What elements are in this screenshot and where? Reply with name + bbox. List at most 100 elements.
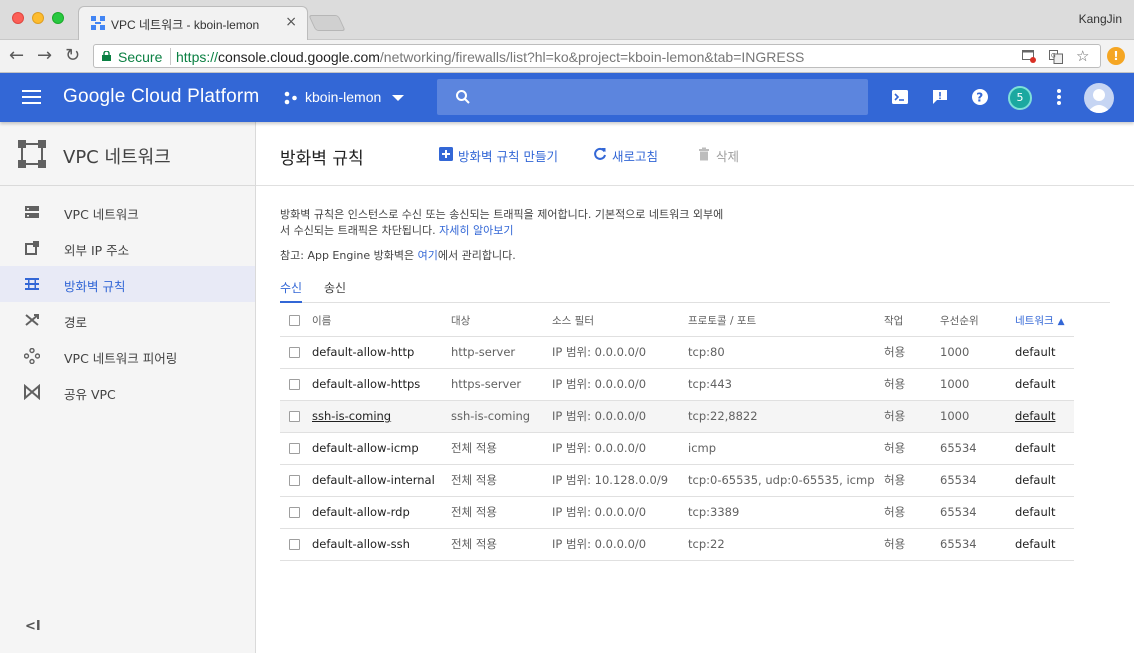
rule-protocol-port: icmp	[688, 432, 884, 465]
row-checkbox[interactable]	[289, 475, 300, 486]
menu-icon[interactable]	[22, 90, 41, 104]
profile-name[interactable]: KangJin	[1079, 12, 1122, 26]
create-button-label: 방화벽 규칙 만들기	[458, 149, 558, 164]
row-select-cell	[280, 528, 312, 561]
rule-name[interactable]: default-allow-internal	[312, 464, 451, 497]
sidebar-item-peering[interactable]: VPC 네트워크 피어링	[0, 338, 255, 374]
rule-network[interactable]: default	[1015, 464, 1074, 497]
column-header-target[interactable]: 대상	[451, 305, 552, 337]
row-select-cell	[280, 496, 312, 529]
svg-text:?: ?	[976, 91, 983, 105]
sidebar-item-routes[interactable]: 경로	[0, 302, 255, 338]
rule-name[interactable]: default-allow-ssh	[312, 528, 451, 561]
rule-source-filter: IP 범위: 0.0.0.0/0	[552, 336, 688, 369]
cloud-shell-icon[interactable]	[890, 87, 910, 107]
refresh-button[interactable]: 새로고침	[593, 146, 663, 164]
row-checkbox[interactable]	[289, 347, 300, 358]
tab-close-icon[interactable]: ×	[285, 14, 297, 30]
table-row[interactable]: default-allow-internal 전체 적용 IP 범위: 10.128…	[280, 464, 1074, 497]
vpc-network-icon	[25, 206, 39, 218]
rule-source-filter: IP 범위: 0.0.0.0/0	[552, 368, 688, 401]
maximize-window-button[interactable]	[52, 12, 64, 24]
rule-network[interactable]: default	[1015, 400, 1074, 433]
rule-network[interactable]: default	[1015, 496, 1074, 529]
table-row[interactable]: default-allow-icmp 전체 적용 IP 범위: 0.0.0.0/0 i…	[280, 432, 1074, 465]
minimize-window-button[interactable]	[32, 12, 44, 24]
rule-network[interactable]: default	[1015, 432, 1074, 465]
url-separator	[170, 48, 171, 65]
learn-more-link[interactable]: 자세히 알아보기	[439, 224, 513, 237]
column-header-name[interactable]: 이름	[312, 305, 451, 337]
note-prefix: 참고: App Engine 방화벽은	[280, 249, 418, 262]
brand-title[interactable]: Google Cloud Platform	[63, 86, 259, 108]
url-path: /networking/firewalls/list?hl=ko&project…	[379, 49, 805, 65]
add-box-icon	[439, 147, 453, 161]
row-checkbox[interactable]	[289, 379, 300, 390]
forward-icon[interactable]: →	[37, 46, 52, 66]
browser-tab[interactable]: VPC 네트워크 - kboin-lemon ×	[78, 6, 308, 40]
description-text: 방화벽 규칙은 인스턴스로 수신 또는 송신되는 트래픽을 제어합니다. 기본적…	[280, 207, 725, 239]
row-checkbox[interactable]	[289, 507, 300, 518]
column-header-action[interactable]: 작업	[884, 305, 940, 337]
column-header-source-filter[interactable]: 소스 필터	[552, 305, 688, 337]
sidebar-item-label: VPC 네트워크	[64, 207, 139, 222]
close-window-button[interactable]	[12, 12, 24, 24]
avatar[interactable]	[1084, 83, 1114, 113]
gcp-header: Google Cloud Platform kboin-lemon ? 5	[0, 73, 1134, 122]
rule-name[interactable]: default-allow-https	[312, 368, 451, 401]
rule-network[interactable]: default	[1015, 368, 1074, 401]
sidebar-item-external-ip[interactable]: 외부 IP 주소	[0, 230, 255, 266]
new-tab-button[interactable]	[308, 15, 346, 31]
delete-button[interactable]: 삭제	[697, 146, 747, 164]
tab-ingress[interactable]: 수신	[280, 279, 303, 303]
rule-name[interactable]: default-allow-icmp	[312, 432, 451, 465]
rule-target: http-server	[451, 336, 552, 369]
sidebar-item-vpc-networks[interactable]: VPC 네트워크	[0, 194, 255, 230]
note-suffix: 에서 관리합니다.	[437, 249, 516, 262]
row-checkbox[interactable]	[289, 443, 300, 454]
rule-target: https-server	[451, 368, 552, 401]
project-name: kboin-lemon	[305, 89, 382, 105]
blocked-popup-icon[interactable]	[1022, 50, 1036, 63]
create-firewall-rule-button[interactable]: 방화벽 규칙 만들기	[439, 146, 559, 164]
rule-name[interactable]: ssh-is-coming	[312, 400, 451, 433]
table-row[interactable]: default-allow-rdp 전체 적용 IP 범위: 0.0.0.0/0 tc…	[280, 496, 1074, 529]
reload-icon[interactable]: ↻	[65, 46, 80, 66]
select-all-checkbox[interactable]	[289, 314, 300, 326]
url-text[interactable]: https://console.cloud.google.com/network…	[176, 49, 804, 65]
search-input[interactable]	[437, 79, 868, 115]
bookmark-star-icon[interactable]: ☆	[1076, 47, 1089, 65]
notifications-badge[interactable]: 5	[1008, 86, 1032, 110]
rule-network[interactable]: default	[1015, 528, 1074, 561]
table-row[interactable]: default-allow-https https-server IP 범위: 0.…	[280, 368, 1074, 401]
sidebar-item-firewall-rules[interactable]: 방화벽 규칙	[0, 266, 255, 302]
rule-name[interactable]: default-allow-rdp	[312, 496, 451, 529]
sidebar-item-label: 경로	[64, 315, 88, 330]
table-row[interactable]: default-allow-http http-server IP 범위: 0.0.…	[280, 336, 1074, 369]
row-checkbox[interactable]	[289, 411, 300, 422]
url-bar[interactable]: Secure https://console.cloud.google.com/…	[93, 44, 1101, 68]
column-header-priority[interactable]: 우선순위	[940, 305, 1015, 337]
row-checkbox[interactable]	[289, 539, 300, 550]
rule-source-filter: IP 범위: 0.0.0.0/0	[552, 400, 688, 433]
rule-action: 허용	[884, 368, 940, 401]
translate-icon[interactable]: G	[1049, 50, 1063, 64]
help-icon[interactable]: ?	[970, 87, 990, 107]
more-options-icon[interactable]	[1057, 89, 1061, 105]
project-icon	[284, 91, 297, 105]
rule-source-filter: IP 범위: 0.0.0.0/0	[552, 432, 688, 465]
app-engine-firewall-link[interactable]: 여기	[418, 249, 438, 262]
feedback-icon[interactable]	[930, 87, 950, 107]
sidebar-title: VPC 네트워크	[63, 147, 171, 168]
column-header-network[interactable]: 네트워크 ▲	[1015, 305, 1074, 337]
tab-egress[interactable]: 송신	[324, 279, 346, 303]
table-row[interactable]: default-allow-ssh 전체 적용 IP 범위: 0.0.0.0/0 tc…	[280, 528, 1074, 561]
collapse-sidebar-icon[interactable]: <I	[25, 619, 41, 634]
table-row[interactable]: ssh-is-coming ssh-is-coming IP 범위: 0.0.0.0…	[280, 400, 1074, 433]
rule-network[interactable]: default	[1015, 336, 1074, 369]
sidebar-item-shared-vpc[interactable]: 공유 VPC	[0, 374, 255, 410]
rule-name[interactable]: default-allow-http	[312, 336, 451, 369]
column-header-protocol-port[interactable]: 프로토콜 / 포트	[688, 305, 884, 337]
warning-icon[interactable]: !	[1107, 47, 1125, 65]
back-icon[interactable]: ←	[9, 46, 24, 66]
